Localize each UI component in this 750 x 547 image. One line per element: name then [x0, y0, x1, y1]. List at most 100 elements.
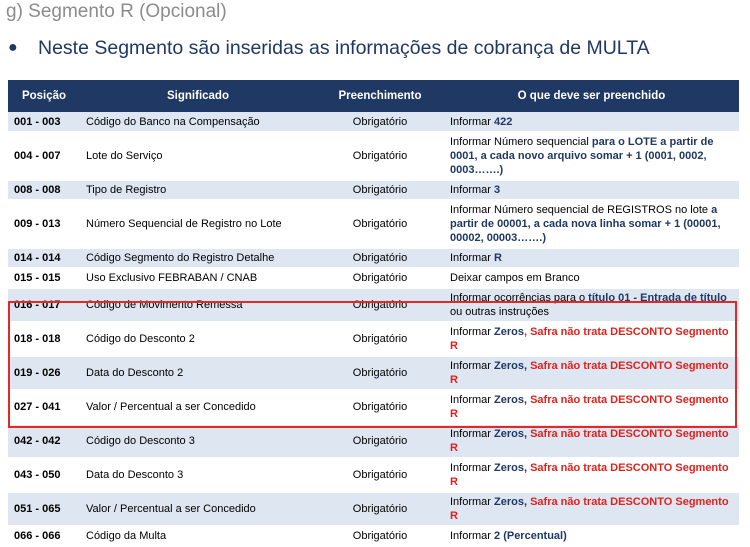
cell-posicao: 016 - 017 [8, 288, 80, 323]
segment-table-wrapper: Posição Significado Preenchimento O que … [8, 80, 739, 547]
table-row: 066 - 066 Código da Multa Obrigatório Infor… [8, 526, 739, 547]
cell-o-que-preencher: Informar Zeros, Safra não trata DESCONTO… [444, 424, 739, 459]
table-row: 014 - 014 Código Segmento do Registro Det… [8, 248, 739, 269]
cell-o-que-preencher: Informar 3 [444, 180, 739, 201]
header-o-que-preencher: O que deve ser preenchido [444, 80, 739, 112]
cell-text-segment: Zeros, [494, 428, 528, 440]
cell-text-segment: Zeros, [494, 360, 528, 372]
cell-o-que-preencher: Informar Zeros, Safra não trata DESCONTO… [444, 492, 739, 527]
table-body: 001 - 003 Código do Banco na Compensação O… [8, 112, 739, 547]
cell-text-segment: Informar Número sequencial de REGISTROS … [450, 204, 712, 216]
cell-o-que-preencher: Informar Zeros, Safra não trata DESCONTO… [444, 458, 739, 493]
cell-preenchimento: Obrigatório [316, 492, 444, 527]
cell-significado: Código do Desconto 3 [80, 424, 316, 459]
table-row: 019 - 026 Data do Desconto 2 Obrigatório In… [8, 356, 739, 391]
cell-posicao: 018 - 018 [8, 322, 80, 357]
cell-preenchimento: Obrigatório [316, 200, 444, 249]
cell-text-segment: Informar [450, 394, 495, 406]
cell-o-que-preencher: Informar Zeros, Safra não trata DESCONTO… [444, 356, 739, 391]
cell-significado: Uso Exclusivo FEBRABAN / CNAB [80, 268, 316, 289]
cell-text-segment: Informar [450, 326, 495, 338]
cell-preenchimento: Obrigatório [316, 180, 444, 201]
cell-significado: Código de Movimento Remessa [80, 288, 316, 323]
cell-o-que-preencher: Informar Número sequencial para o LOTE a… [444, 132, 739, 181]
table-row: 001 - 003 Código do Banco na Compensação O… [8, 112, 739, 133]
cell-text-segment: Informar [450, 115, 495, 128]
cell-significado: Tipo de Registro [80, 180, 316, 201]
table-row: 027 - 041 Valor / Percentual a ser Conced… [8, 390, 739, 425]
cell-preenchimento: Obrigatório [316, 322, 444, 357]
table-row: 051 - 065 Valor / Percentual a ser Conced… [8, 492, 739, 527]
cell-preenchimento: Obrigatório [316, 288, 444, 323]
table-row: 016 - 017 Código de Movimento Remessa Obri… [8, 288, 739, 323]
cell-posicao: 009 - 013 [8, 200, 80, 249]
cell-text-segment: Informar [450, 360, 495, 372]
cell-text-segment: Informar [450, 252, 495, 264]
cell-text-segment: título 01 - Entrada de título [588, 292, 727, 304]
cell-posicao: 019 - 026 [8, 356, 80, 391]
cell-posicao: 051 - 065 [8, 492, 80, 527]
cell-text-segment: Zeros [494, 326, 524, 338]
cell-text-segment: 3 [494, 184, 501, 196]
cell-text-segment: ou outras instruções [450, 306, 550, 318]
cell-o-que-preencher: Deixar campos em Branco [444, 268, 739, 289]
cell-preenchimento: Obrigatório [316, 112, 444, 133]
table-row: 015 - 015 Uso Exclusivo FEBRABAN / CNAB Ob… [8, 268, 739, 289]
cell-significado: Código da Multa [80, 526, 316, 547]
cell-o-que-preencher: Informar ocorrências para o título 01 - … [444, 288, 739, 323]
header-significado: Significado [80, 80, 316, 112]
cell-posicao: 066 - 066 [8, 526, 80, 547]
cell-preenchimento: Obrigatório [316, 132, 444, 181]
cell-preenchimento: Obrigatório [316, 268, 444, 289]
cell-preenchimento: Obrigatório [316, 390, 444, 425]
table-row: 042 - 042 Código do Desconto 3 Obrigatório… [8, 424, 739, 459]
cell-o-que-preencher: Informar 2 (Percentual) [444, 526, 739, 547]
cell-significado: Data do Desconto 3 [80, 458, 316, 493]
cell-text-segment: Deixar campos em Branco [450, 272, 580, 284]
table-row: 008 - 008 Tipo de Registro Obrigatório Info… [8, 180, 739, 201]
cell-significado: Código Segmento do Registro Detalhe [80, 248, 316, 269]
table-row: 004 - 007 Lote do Serviço Obrigatório Infor… [8, 132, 739, 181]
cell-posicao: 027 - 041 [8, 390, 80, 425]
cell-preenchimento: Obrigatório [316, 248, 444, 269]
cell-posicao: 042 - 042 [8, 424, 80, 459]
cell-text-segment: Informar Número sequencial [450, 136, 592, 148]
cell-posicao: 015 - 015 [8, 268, 80, 289]
cell-text-segment: Informar ocorrências para o [450, 292, 589, 304]
cell-significado: Código do Banco na Compensação [80, 112, 316, 133]
table-row: 043 - 050 Data do Desconto 3 Obrigatório In… [8, 458, 739, 493]
header-posicao: Posição [8, 80, 80, 112]
cell-posicao: 043 - 050 [8, 458, 80, 493]
cell-text-segment: Informar [450, 428, 495, 440]
cell-text-segment: Zeros, [494, 496, 528, 508]
table-row: 018 - 018 Código do Desconto 2 Obrigatório… [8, 322, 739, 357]
cell-preenchimento: Obrigatório [316, 424, 444, 459]
cell-significado: Data do Desconto 2 [80, 356, 316, 391]
cell-significado: Valor / Percentual a ser Concedido [80, 492, 316, 527]
cell-text-segment: R [494, 252, 502, 264]
cell-o-que-preencher: Informar Número sequencial de REGISTROS … [444, 200, 739, 249]
cell-text-segment: 422 [494, 115, 513, 128]
cell-text-segment: Informar [450, 462, 495, 474]
bullet-text: Neste Segmento são inseridas as informaç… [38, 37, 650, 59]
cell-o-que-preencher: Informar 422 [444, 112, 739, 133]
cell-posicao: 014 - 014 [8, 248, 80, 269]
bullet-dot-icon: ● [8, 39, 18, 56]
cell-o-que-preencher: Informar Zeros, Safra não trata DESCONTO… [444, 390, 739, 425]
cell-posicao: 008 - 008 [8, 180, 80, 201]
cell-significado: Valor / Percentual a ser Concedido [80, 390, 316, 425]
segment-r-table: Posição Significado Preenchimento O que … [8, 80, 739, 547]
cell-preenchimento: Obrigatório [316, 458, 444, 493]
cell-preenchimento: Obrigatório [316, 356, 444, 391]
header-preenchimento: Preenchimento [316, 80, 444, 112]
cell-significado: Lote do Serviço [80, 132, 316, 181]
cell-text-segment: Informar [450, 530, 495, 542]
cell-preenchimento: Obrigatório [316, 526, 444, 547]
cell-o-que-preencher: Informar R [444, 248, 739, 269]
cell-posicao: 001 - 003 [8, 112, 80, 133]
table-header-row: Posição Significado Preenchimento O que … [8, 80, 739, 112]
cell-significado: Código do Desconto 2 [80, 322, 316, 357]
cell-text-segment: 2 (Percentual) [494, 530, 567, 542]
cell-text-segment: Zeros, [494, 394, 528, 406]
cell-text-segment: Zeros, [494, 462, 528, 474]
